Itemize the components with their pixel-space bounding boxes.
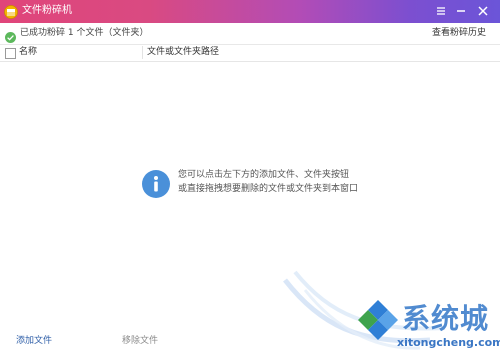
status-message: 已成功粉碎 1 个文件（文件夹） — [20, 28, 149, 38]
remove-file-button[interactable]: 移除文件 — [122, 335, 158, 348]
info-icon — [142, 170, 170, 198]
column-path-header[interactable]: 文件或文件夹路径 — [147, 46, 219, 59]
minimize-icon[interactable] — [453, 3, 469, 19]
close-icon[interactable] — [475, 3, 491, 19]
shredder-app-icon — [4, 4, 18, 19]
title-bar: 文件粉碎机 — [0, 0, 500, 23]
table-header: 名称 文件或文件夹路径 — [0, 45, 500, 62]
watermark-text-cn: 系统城 — [402, 302, 490, 335]
select-all-checkbox[interactable] — [5, 48, 16, 59]
add-file-button[interactable]: 添加文件 — [16, 335, 52, 348]
bottom-bar: 添加文件 移除文件 — [0, 331, 500, 352]
column-name-header[interactable]: 名称 — [19, 46, 37, 59]
hint-line-2: 或直接拖拽想要删除的文件或文件夹到本窗口 — [178, 184, 359, 194]
menu-icon[interactable] — [433, 3, 449, 19]
window-title: 文件粉碎机 — [22, 5, 72, 16]
column-divider — [142, 46, 143, 59]
check-circle-icon — [5, 28, 16, 43]
hint-line-1: 您可以点击左下方的添加文件、文件夹按钮 — [178, 170, 350, 180]
view-shred-history-link[interactable]: 查看粉碎历史 — [432, 27, 486, 40]
status-bar: 已成功粉碎 1 个文件（文件夹） 查看粉碎历史 — [0, 23, 500, 45]
